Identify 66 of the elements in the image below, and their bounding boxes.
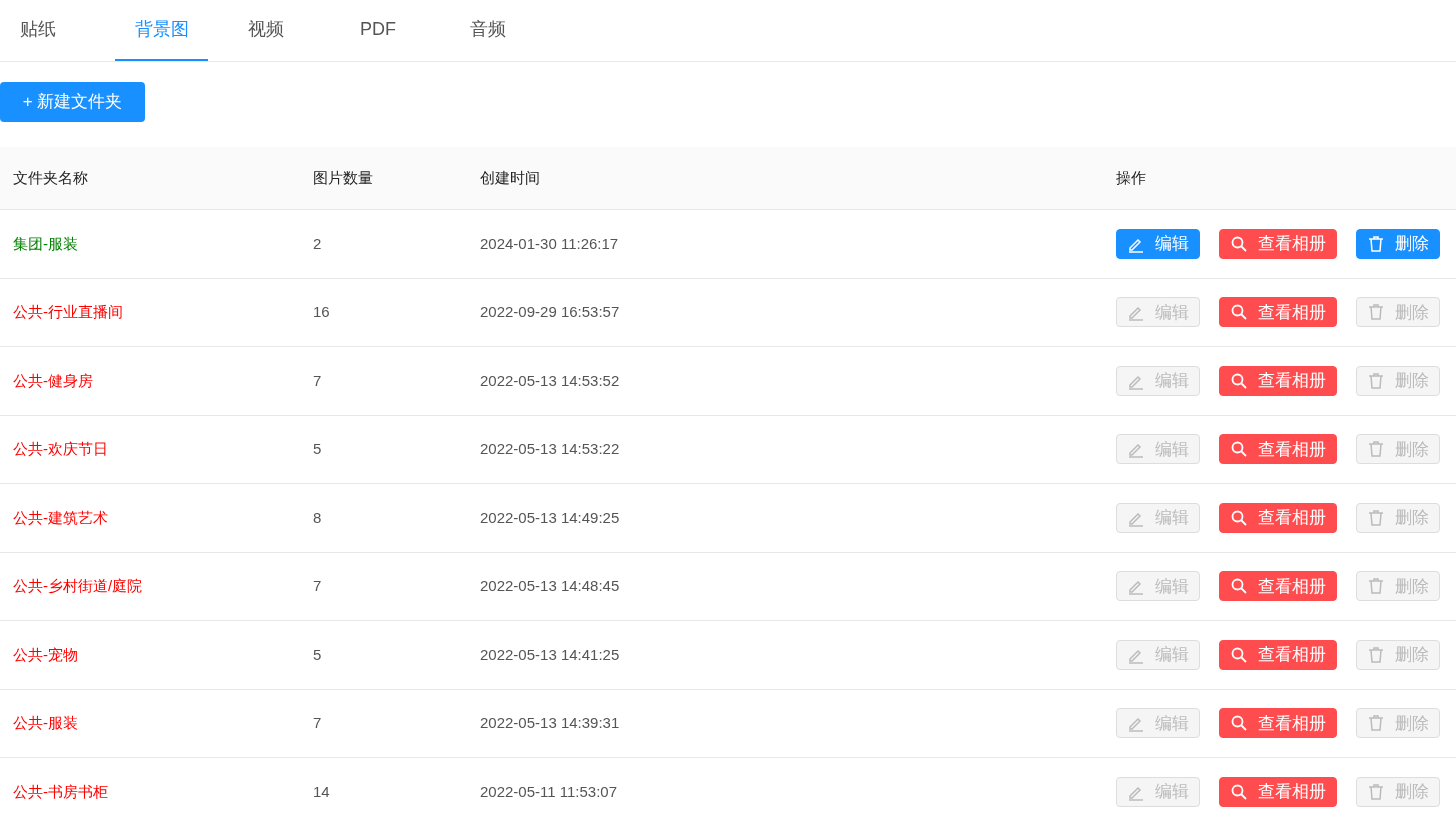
view-album-button[interactable]: 查看相册 [1219,571,1337,602]
trash-icon [1367,371,1385,390]
created-time: 2022-05-13 14:53:22 [480,440,620,457]
folder-name: 公共-乡村街道/庭院 [13,577,143,594]
view-album-button[interactable]: 查看相册 [1219,639,1337,670]
folder-name: 公共-服装 [13,714,78,731]
search-icon [1230,645,1248,664]
created-time: 2022-05-13 14:41:25 [480,645,620,663]
view-album-button[interactable]: 查看相册 [1219,434,1337,465]
created-time: 2022-05-13 14:39:31 [480,714,620,731]
view-album-button[interactable]: 查看相册 [1219,708,1337,739]
image-count: 7 [313,714,322,731]
view-album-button[interactable]: 查看相册 [1219,776,1337,807]
search-icon [1230,440,1248,459]
folder-name: 公共-健身房 [13,371,93,389]
search-icon [1230,234,1248,253]
search-icon [1230,577,1248,596]
delete-button[interactable]: 删除 [1356,228,1440,259]
trash-icon [1367,782,1385,801]
view-album-button[interactable]: 查看相册 [1219,365,1337,396]
image-count: 5 [313,440,322,457]
tab[interactable]: 贴纸 [0,0,115,61]
search-icon [1230,714,1248,733]
view-album-button[interactable]: 查看相册 [1219,228,1337,259]
trash-icon [1367,303,1385,322]
created-time: 2022-09-29 16:53:57 [480,303,620,320]
trash-icon [1367,577,1385,596]
folder-name: 公共-书房书柜 [13,782,108,800]
column-header: 创建时间 [480,168,540,186]
new-folder-button[interactable]: + 新建文件夹 [0,82,145,122]
column-header: 文件夹名称 [13,168,88,186]
image-count: 14 [313,782,330,800]
created-time: 2022-05-13 14:49:25 [480,508,620,526]
image-count: 5 [313,645,322,663]
created-time: 2022-05-11 11:53:07 [480,782,618,800]
trash-icon [1367,440,1385,459]
tab[interactable]: 背景图 [115,0,208,61]
folder-name: 公共-行业直播间 [13,303,123,320]
folder-name: 公共-欢庆节日 [13,440,108,457]
search-icon [1230,782,1248,801]
trash-icon [1367,645,1385,664]
image-count: 7 [313,371,322,389]
tab[interactable]: PDF [323,0,433,61]
column-header: 图片数量 [313,168,373,186]
trash-icon [1367,234,1385,253]
tab[interactable]: 音频 [433,0,543,61]
view-album-button[interactable]: 查看相册 [1219,297,1337,328]
search-icon [1230,303,1248,322]
trash-icon [1367,508,1385,527]
search-icon [1230,508,1248,527]
image-count: 8 [313,508,322,526]
edit-button[interactable]: 编辑 [1116,228,1200,259]
trash-icon [1367,714,1385,733]
created-time: 2024-01-30 11:26:17 [480,234,619,252]
created-time: 2022-05-13 14:48:45 [480,577,620,594]
image-count: 2 [313,234,322,252]
image-count: 7 [313,577,322,594]
image-count: 16 [313,303,330,320]
folder-name: 公共-宠物 [13,645,78,663]
view-album-button[interactable]: 查看相册 [1219,502,1337,533]
tab[interactable]: 视频 [208,0,323,61]
created-time: 2022-05-13 14:53:52 [480,371,620,389]
folder-name: 公共-建筑艺术 [13,508,108,526]
column-header: 操作 [1116,168,1146,186]
search-icon [1230,371,1248,390]
folder-name: 集团-服装 [13,234,78,252]
